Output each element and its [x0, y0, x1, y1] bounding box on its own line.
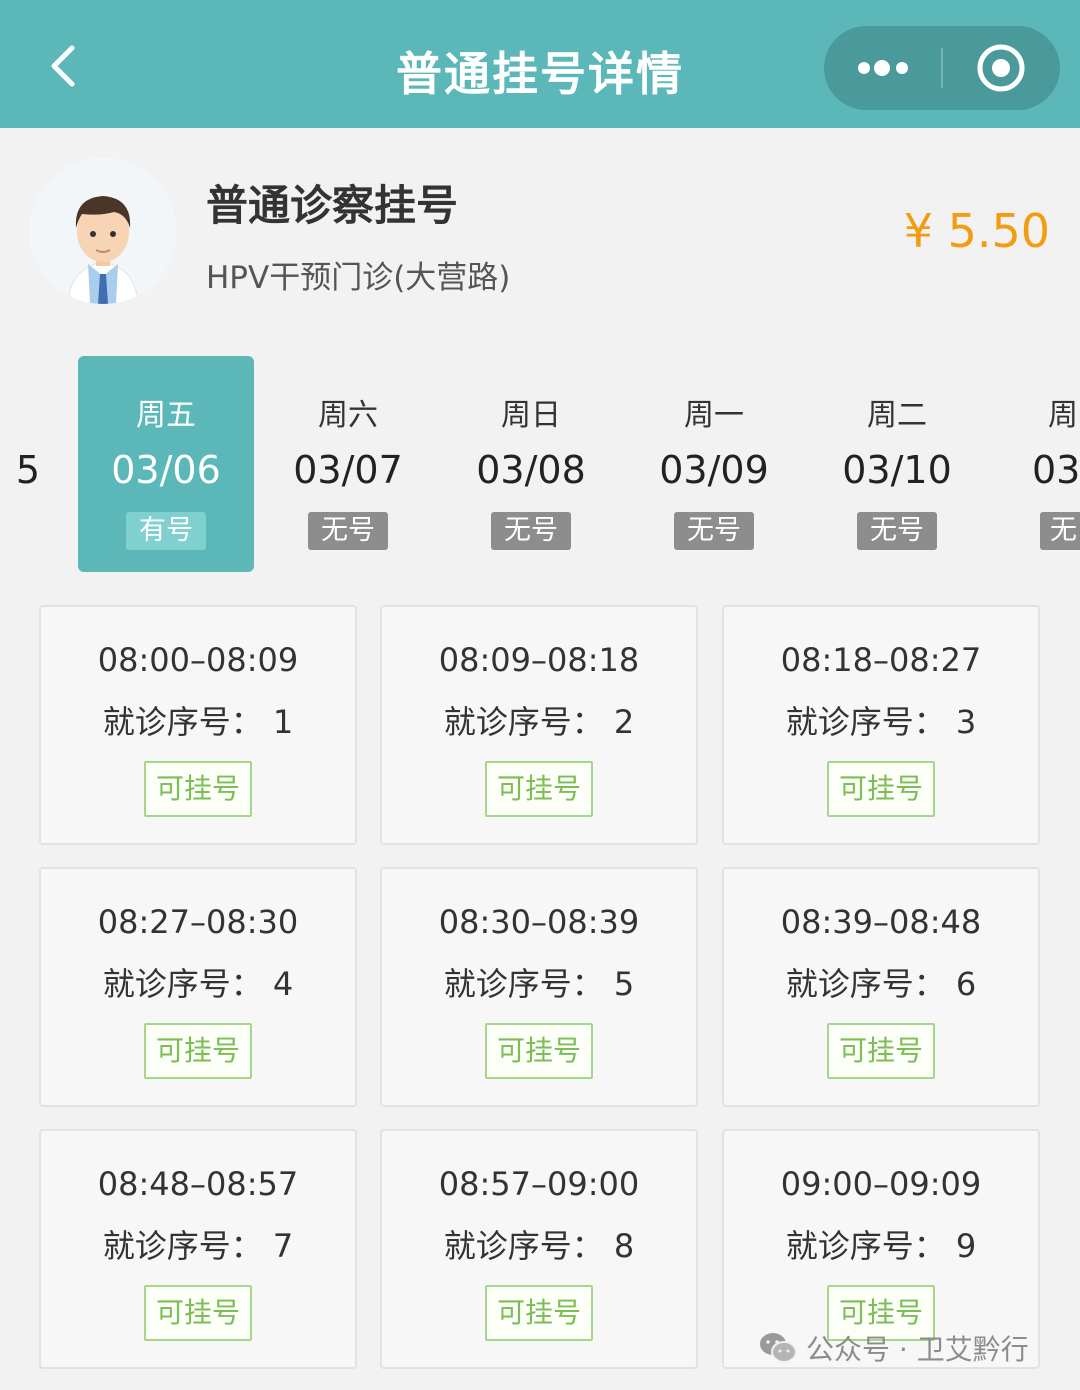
slot-sequence: 就诊序号： 5 [443, 965, 635, 1003]
slot-time: 08:09–08:18 [438, 641, 640, 679]
clinic-name: HPV干预门诊(大营路) [206, 260, 511, 296]
weekday-label: 周六 [318, 398, 378, 433]
time-slot-card[interactable]: 08:48–08:57 就诊序号： 7 可挂号 [39, 1129, 357, 1369]
date-label: 03/07 [293, 448, 403, 492]
time-slot-card[interactable]: 08:00–08:09 就诊序号： 1 可挂号 [39, 605, 357, 845]
register-button[interactable]: 可挂号 [485, 1023, 593, 1079]
date-selector: 5 周五 03/06 有号 周六 03/07 无号 周日 03/08 无号 周一… [0, 356, 1080, 572]
availability-badge: 有号 [126, 512, 206, 550]
date-label: 03/06 [111, 448, 221, 492]
target-close-icon [977, 44, 1025, 92]
doctor-header: 普通诊察挂号 HPV干预门诊(大营路) ¥ 5.50 [0, 128, 1080, 338]
date-item-partial-right[interactable]: 周 03/ 无 [1030, 356, 1080, 572]
watermark-text: 公众号 · 卫艾黔行 [806, 1333, 1029, 1366]
availability-badge: 无号 [674, 512, 754, 550]
time-slot-card[interactable]: 08:39–08:48 就诊序号： 6 可挂号 [722, 867, 1040, 1107]
date-label: 03/10 [842, 448, 952, 492]
slot-sequence: 就诊序号： 7 [102, 1227, 294, 1265]
more-dots-icon [858, 60, 908, 76]
slot-time: 08:57–09:00 [438, 1165, 640, 1203]
slot-sequence: 就诊序号： 3 [785, 703, 977, 741]
time-slot-card[interactable]: 08:57–09:00 就诊序号： 8 可挂号 [380, 1129, 698, 1369]
register-button[interactable]: 可挂号 [144, 1023, 252, 1079]
register-button[interactable]: 可挂号 [827, 1023, 935, 1079]
doctor-avatar [30, 158, 176, 304]
top-navigation-bar: 普通挂号详情 [0, 0, 1080, 128]
slot-time: 08:48–08:57 [97, 1165, 299, 1203]
slot-time: 08:27–08:30 [97, 903, 299, 941]
register-button[interactable]: 可挂号 [144, 1285, 252, 1341]
wechat-icon [760, 1333, 797, 1363]
slot-time: 08:39–08:48 [780, 903, 982, 941]
date-item-0307[interactable]: 周六 03/07 无号 [260, 356, 436, 572]
slot-sequence: 就诊序号： 4 [102, 965, 294, 1003]
date-item-0306[interactable]: 周五 03/06 有号 [78, 356, 254, 572]
slot-time: 08:18–08:27 [780, 641, 982, 679]
register-button[interactable]: 可挂号 [144, 761, 252, 817]
weekday-label: 周五 [136, 398, 196, 433]
register-button[interactable]: 可挂号 [485, 761, 593, 817]
mini-program-capsule [824, 26, 1060, 110]
date-label: 03/09 [659, 448, 769, 492]
watermark: 公众号 · 卫艾黔行 [758, 1328, 1029, 1368]
time-slot-card[interactable]: 08:18–08:27 就诊序号： 3 可挂号 [722, 605, 1040, 845]
time-slot-card[interactable]: 08:27–08:30 就诊序号： 4 可挂号 [39, 867, 357, 1107]
registration-price: ¥ 5.50 [903, 204, 1050, 258]
date-label: 03/08 [476, 448, 586, 492]
slot-sequence: 就诊序号： 6 [785, 965, 977, 1003]
date-item-0308[interactable]: 周日 03/08 无号 [443, 356, 619, 572]
slot-time: 08:00–08:09 [97, 641, 299, 679]
close-button[interactable] [943, 26, 1060, 110]
time-slot-card[interactable]: 08:09–08:18 就诊序号： 2 可挂号 [380, 605, 698, 845]
weekday-label: 周二 [867, 398, 927, 433]
date-item-partial-left[interactable]: 5 [16, 448, 40, 492]
time-slot-card[interactable]: 08:30–08:39 就诊序号： 5 可挂号 [380, 867, 698, 1107]
slot-sequence: 就诊序号： 8 [443, 1227, 635, 1265]
date-item-0310[interactable]: 周二 03/10 无号 [809, 356, 985, 572]
register-button[interactable]: 可挂号 [827, 761, 935, 817]
availability-badge: 无号 [857, 512, 937, 550]
weekday-label: 周一 [684, 398, 744, 433]
availability-badge: 无号 [308, 512, 388, 550]
more-button[interactable] [824, 26, 941, 110]
doctor-avatar-icon [30, 158, 176, 304]
slot-sequence: 就诊序号： 1 [102, 703, 294, 741]
slot-sequence: 就诊序号： 2 [443, 703, 635, 741]
date-label: 03/ [1032, 448, 1080, 492]
slot-sequence: 就诊序号： 9 [785, 1227, 977, 1265]
availability-badge: 无号 [491, 512, 571, 550]
weekday-label: 周 [1048, 398, 1078, 433]
register-button[interactable]: 可挂号 [485, 1285, 593, 1341]
availability-badge: 无 [1040, 512, 1080, 550]
weekday-label: 周日 [501, 398, 561, 433]
date-item-0309[interactable]: 周一 03/09 无号 [626, 356, 802, 572]
slot-time: 08:30–08:39 [438, 903, 640, 941]
registration-type-title: 普通诊察挂号 [206, 181, 459, 230]
slot-time: 09:00–09:09 [780, 1165, 982, 1203]
